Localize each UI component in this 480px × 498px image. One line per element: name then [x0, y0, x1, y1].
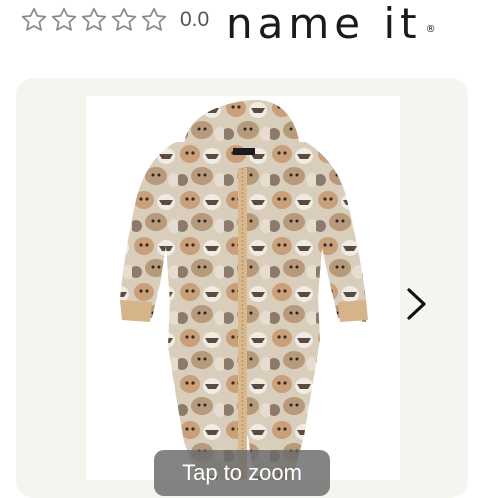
brand-logo[interactable]: name it ® — [226, 0, 436, 52]
star-outline-icon — [140, 6, 168, 34]
rating: 0.0 — [20, 6, 209, 34]
star-outline-icon — [80, 6, 108, 34]
tap-to-zoom-button[interactable]: Tap to zoom — [154, 450, 330, 496]
star-outline-icon — [50, 6, 78, 34]
product-image[interactable] — [86, 96, 400, 480]
rating-value: 0.0 — [180, 8, 210, 31]
product-image-frame[interactable] — [86, 96, 400, 480]
chevron-right-icon[interactable] — [400, 284, 432, 324]
star-rating — [20, 6, 168, 34]
brand-name: name it — [226, 0, 422, 48]
registered-mark: ® — [425, 24, 436, 35]
star-outline-icon — [110, 6, 138, 34]
star-outline-icon — [20, 6, 48, 34]
